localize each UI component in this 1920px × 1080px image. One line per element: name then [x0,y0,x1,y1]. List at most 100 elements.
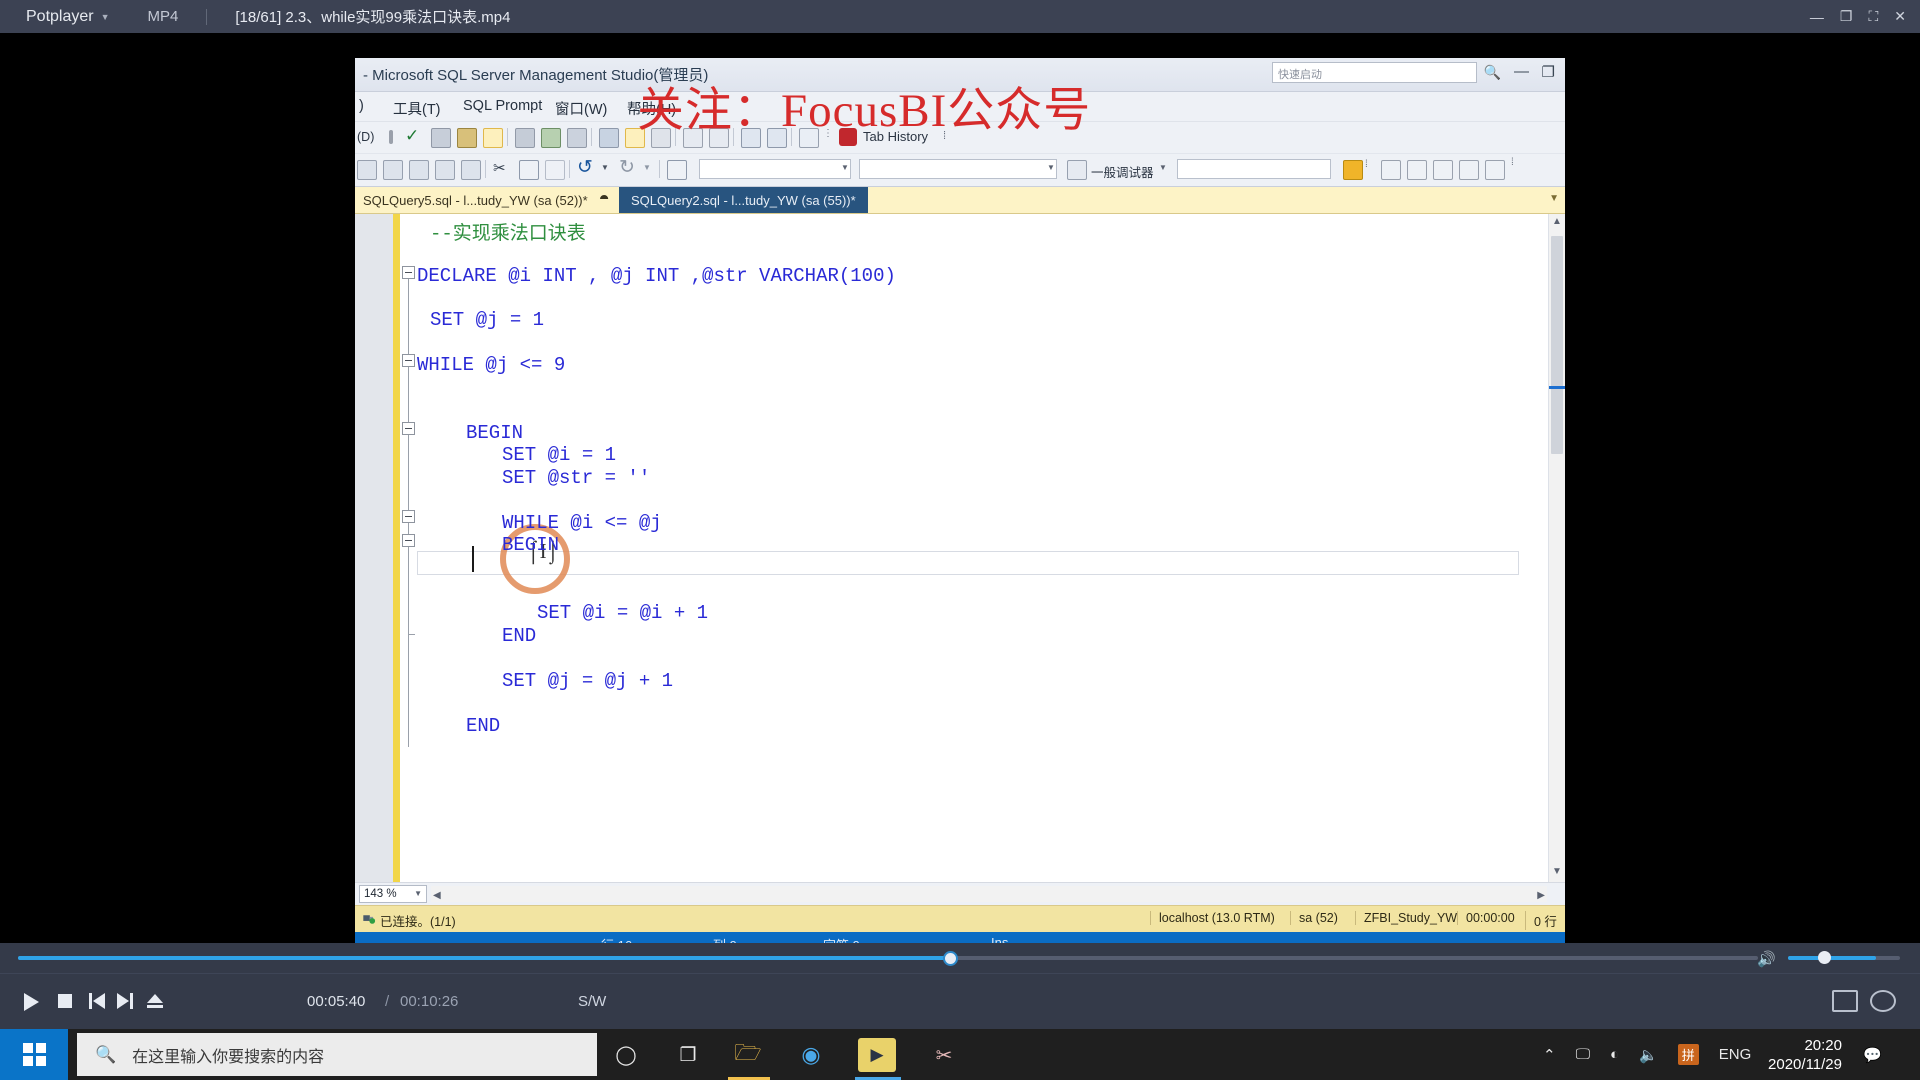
redo-icon[interactable]: ↻ [619,156,635,179]
search-icon[interactable]: 🔍 [1484,64,1501,81]
results-to-text-icon[interactable] [599,128,619,148]
grid-icon[interactable] [1459,160,1479,180]
chevron-down-icon[interactable]: ▼ [1047,163,1055,172]
zoom-level-selector[interactable]: 143 % ▼ [359,885,427,903]
debugger-label[interactable]: 一般调试器 [1091,162,1154,181]
scrollbar-thumb[interactable] [1551,236,1563,454]
monitor-icon[interactable]: 🖵 [1576,1046,1590,1063]
minimize-icon[interactable]: — [1810,9,1824,25]
tab-sqlquery2[interactable]: SQLQuery2.sql - l...tudy_YW (sa (55))* [619,187,868,213]
paste-icon[interactable] [545,160,565,180]
cortana-icon[interactable]: ◯ [610,1040,642,1070]
fold-toggle-begin-inner[interactable] [402,534,415,547]
potplayer-icon[interactable]: ▶ [858,1038,896,1072]
new-query-icon[interactable] [357,160,377,180]
speaker-icon[interactable]: 🔊 [1757,950,1776,968]
editor-vertical-scrollbar[interactable]: ▲ ▼ [1548,214,1565,882]
stop-icon[interactable] [56,992,74,1010]
results-grid-icon[interactable] [457,128,477,148]
chevron-down-icon[interactable]: ▼ [414,889,422,898]
overflow-icon[interactable]: ⁞ [1365,159,1368,170]
close-icon[interactable]: ✕ [1894,8,1906,25]
results-pane-icon[interactable] [483,128,503,148]
restore-icon[interactable]: ❐ [1840,8,1853,25]
stop-icon[interactable] [389,130,393,144]
scroll-left-icon[interactable]: ◀ [433,890,441,901]
volume-icon[interactable]: 🔈 [1639,1046,1658,1064]
playlist-icon[interactable] [1832,990,1858,1012]
restore-icon[interactable]: ❐ [1542,63,1555,81]
code-text[interactable]: --实现乘法口诀表 DECLARE @i INT , @j INT ,@str … [417,214,896,737]
chevron-down-icon[interactable]: ▼ [1159,163,1167,172]
undo-dropdown-icon[interactable]: ▼ [601,163,609,172]
scroll-right-icon[interactable]: ▶ [1537,890,1545,901]
taskbar-clock[interactable]: 20:20 2020/11/29 [1768,1036,1842,1074]
pin-icon[interactable]: ⯊ [600,194,609,207]
scissors-icon[interactable]: ✂ [493,159,506,177]
chevron-down-icon[interactable]: ▼ [841,163,849,172]
copy-icon[interactable] [519,160,539,180]
menu-item-tools[interactable]: 工具(T) [393,98,441,119]
player-app-name[interactable]: Potplayer [26,8,94,26]
live-stats-icon[interactable] [541,128,561,148]
include-plan-icon[interactable] [515,128,535,148]
debug-target-icon[interactable] [1067,160,1087,180]
tab-sqlquery5[interactable]: SQLQuery5.sql - l...tudy_YW (sa (52))* ⯊… [355,187,640,213]
chevron-down-icon[interactable]: ▼ [101,12,110,22]
ime-badge[interactable]: 拼 [1677,1044,1699,1065]
new-dmx-query-icon[interactable] [409,160,429,180]
plan-icon[interactable] [431,128,451,148]
sql-icon[interactable] [1433,160,1453,180]
fold-toggle-begin-outer[interactable] [402,422,415,435]
check-icon[interactable]: ✓ [405,126,419,146]
table-icon[interactable] [1407,160,1427,180]
database-selector[interactable] [699,159,851,179]
volume-handle[interactable] [1818,951,1831,964]
ime-label[interactable]: ENG [1719,1046,1752,1063]
step-icon[interactable] [1381,160,1401,180]
eject-icon[interactable] [146,992,164,1010]
start-button[interactable] [0,1029,68,1080]
new-mdx-query-icon[interactable] [383,160,403,180]
editor-horizontal-scrollbar[interactable]: ◀ ▶ [431,886,1547,902]
menu-item-window[interactable]: 窗口(W) [555,98,607,119]
previous-icon[interactable] [88,992,106,1010]
new-dax-query-icon[interactable] [461,160,481,180]
fold-toggle-while-inner[interactable] [402,510,415,523]
chevron-up-icon[interactable]: ⌃ [1543,1046,1556,1064]
video-surface[interactable]: - Microsoft SQL Server Management Studio… [0,33,1920,943]
chevron-down-icon[interactable]: ▼ [1549,193,1559,204]
query-selector[interactable] [859,159,1057,179]
menu-item-0[interactable]: ) [359,98,364,114]
fullscreen-icon[interactable]: ⛶ [1868,8,1878,25]
minimize-icon[interactable]: — [1514,63,1529,80]
play-icon[interactable] [22,992,41,1012]
flag-icon[interactable] [1343,160,1363,180]
fold-toggle-declare[interactable] [402,266,415,279]
sql-editor[interactable]: ⌠I⌡ --实现乘法口诀表 DECLARE @i INT , @j INT ,@… [355,214,1565,882]
redo-dropdown-icon[interactable]: ▼ [643,163,651,172]
snipping-tool-icon[interactable]: ✂ [928,1040,960,1070]
notification-icon[interactable]: 💬 [1863,1046,1882,1064]
fold-toggle-while-outer[interactable] [402,354,415,367]
settings-icon[interactable] [1870,990,1896,1012]
undo-icon[interactable]: ↺ [577,156,593,179]
chrome-icon[interactable]: ◉ [795,1040,827,1070]
task-view-icon[interactable]: ❐ [672,1040,704,1070]
search-input[interactable]: 🔍 在这里输入你要搜索的内容 [77,1033,597,1076]
file-explorer-icon[interactable]: 🗁 [732,1040,764,1070]
sql-editor-icon[interactable] [667,160,687,180]
scroll-up-icon[interactable]: ▲ [1550,216,1564,230]
new-xmla-query-icon[interactable] [435,160,455,180]
debug-filter-input[interactable] [1177,159,1331,179]
scroll-down-icon[interactable]: ▼ [1550,866,1564,880]
next-icon[interactable] [116,992,134,1010]
toolbar-overflow-icon[interactable]: ⁞ [1511,157,1514,168]
seek-handle[interactable] [943,951,958,966]
wifi-icon[interactable]: ◐ [1610,1046,1619,1063]
properties-icon[interactable] [1485,160,1505,180]
quick-launch-input[interactable]: 快速启动 [1272,62,1477,83]
client-stats-icon[interactable] [567,128,587,148]
menu-item-sql-prompt[interactable]: SQL Prompt [463,98,542,114]
player-seek-bar[interactable]: 🔊 [0,943,1920,973]
